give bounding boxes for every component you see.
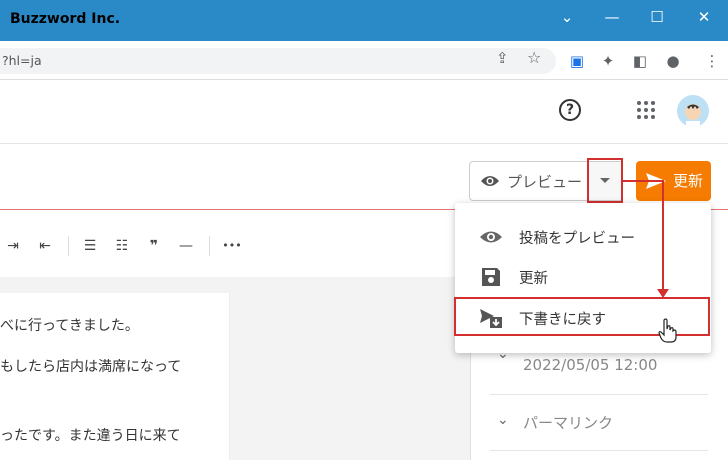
sidebar-divider <box>490 394 708 395</box>
horizontal-rule-icon[interactable]: — <box>177 236 195 256</box>
apps-grid-icon[interactable] <box>637 101 655 119</box>
app-header <box>0 80 728 144</box>
maximize-button[interactable]: ☐ <box>643 6 671 28</box>
preview-button[interactable]: プレビュー <box>469 161 589 201</box>
close-window-button[interactable]: ✕ <box>690 6 718 28</box>
tab-search-icon[interactable]: ⌄ <box>553 6 581 28</box>
dropdown-highlight-box <box>587 158 623 203</box>
eye-icon <box>481 176 499 186</box>
annotation-connector <box>662 180 664 290</box>
url-text: ?hl=ja <box>2 53 42 68</box>
toolbar-divider <box>68 236 69 256</box>
avatar[interactable] <box>677 95 709 127</box>
more-options-icon[interactable]: ••• <box>222 236 242 256</box>
side-panel-icon[interactable]: ◧ <box>628 49 652 73</box>
extension-screen-icon[interactable]: ▣ <box>565 49 589 73</box>
hand-cursor-icon <box>658 318 677 343</box>
annotation-arrowhead <box>657 289 669 298</box>
menu-item-update[interactable]: 更新 <box>455 257 711 297</box>
profile-icon[interactable]: ● <box>661 49 685 73</box>
quote-icon[interactable]: ❞ <box>145 236 163 256</box>
share-icon[interactable]: ⇪ <box>496 49 509 67</box>
minimize-button[interactable]: — <box>598 6 626 28</box>
save-icon <box>482 268 500 286</box>
chevron-down-icon[interactable]: ⌄ <box>497 412 509 428</box>
annotation-connector <box>622 180 664 182</box>
preview-button-label: プレビュー <box>507 173 583 191</box>
address-bar[interactable]: ?hl=ja ⇪ ☆ <box>0 48 556 74</box>
menu-item-label: 投稿をプレビュー <box>519 231 635 247</box>
toolbar-divider <box>209 236 210 256</box>
menu-item-preview-post[interactable]: 投稿をプレビュー <box>455 217 711 257</box>
indent-icon[interactable]: ⇥ <box>4 236 22 256</box>
outdent-icon[interactable]: ⇤ <box>36 236 54 256</box>
browser-toolbar: ?hl=ja ⇪ ☆ ▣ ✦ ◧ ● ⋮ <box>0 41 728 80</box>
update-button-label: 更新 <box>673 172 704 190</box>
extensions-puzzle-icon[interactable]: ✦ <box>596 49 620 73</box>
publish-date[interactable]: 2022/05/05 12:00 <box>523 356 657 374</box>
sidebar-divider <box>490 450 708 451</box>
browser-menu-icon[interactable]: ⋮ <box>700 49 724 73</box>
window-title: Buzzword Inc. <box>10 11 121 27</box>
editor-text-line[interactable]: もしたら店内は満席になって <box>0 356 181 376</box>
help-icon[interactable]: ? <box>559 99 581 121</box>
bookmark-star-icon[interactable]: ☆ <box>527 48 541 67</box>
bullet-list-icon[interactable]: ☰ <box>81 236 99 256</box>
permalink-label[interactable]: パーマリンク <box>523 412 613 433</box>
menu-item-label: 更新 <box>519 271 548 287</box>
numbered-list-icon[interactable]: ☷ <box>113 236 131 256</box>
eye-icon <box>480 231 502 243</box>
editor-text-line[interactable]: べに行ってきました。 <box>0 315 139 335</box>
editor-text-line[interactable]: ったです。また違う日に来て <box>0 425 181 445</box>
